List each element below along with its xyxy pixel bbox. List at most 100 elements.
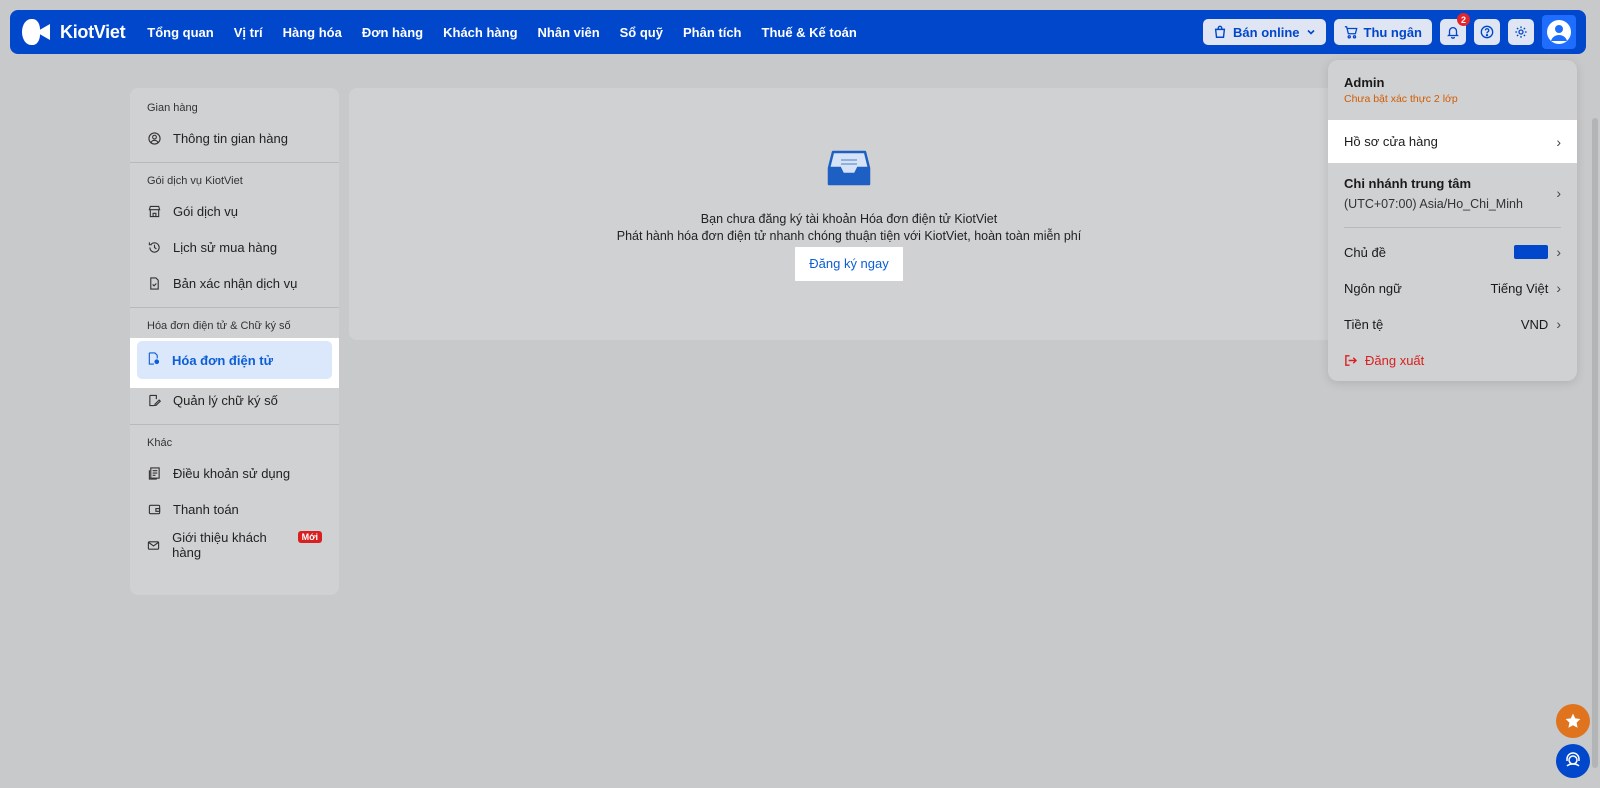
store-icon	[147, 204, 161, 218]
settings-button[interactable]	[1508, 19, 1534, 45]
sidebar-item-payment[interactable]: Thanh toán	[130, 491, 339, 527]
empty-message-title: Bạn chưa đăng ký tài khoản Hóa đơn điện …	[700, 212, 998, 226]
new-badge: Mới	[297, 531, 322, 543]
signature-icon	[147, 393, 161, 407]
branch-name: Chi nhánh trung tâm	[1344, 175, 1472, 191]
nav-vi-tri[interactable]: Vị trí	[234, 25, 263, 40]
twofa-warning[interactable]: Chưa bật xác thực 2 lớp	[1344, 93, 1561, 105]
nav-hang-hoa[interactable]: Hàng hóa	[283, 25, 342, 40]
help-button[interactable]	[1474, 19, 1500, 45]
logout-label: Đăng xuất	[1365, 352, 1425, 368]
support-fab[interactable]	[1556, 744, 1590, 778]
section-title-store: Gian hàng	[147, 102, 198, 114]
section-title-einvoice: Hóa đơn điện tử & Chữ ký số	[147, 320, 291, 332]
support-agent-icon	[1566, 752, 1580, 767]
sell-online-label: Bán online	[1233, 24, 1300, 40]
chevron-right-icon: ›	[1556, 316, 1561, 332]
sidebar-item-label: Thanh toán	[173, 501, 239, 517]
sidebar-item-label: Thông tin gian hàng	[173, 130, 288, 146]
menu-item-theme[interactable]: Chủ đề ›	[1328, 234, 1577, 270]
menu-item-logout[interactable]: Đăng xuất	[1328, 342, 1577, 378]
help-icon	[1480, 25, 1494, 39]
chevron-down-icon	[1306, 29, 1315, 35]
settings-sidebar: Gian hàng Thông tin gian hàng Gói dịch v…	[130, 88, 339, 595]
sidebar-item-terms[interactable]: Điều khoản sử dụng	[130, 455, 339, 491]
nav-so-quy[interactable]: Sổ quỹ	[620, 25, 663, 40]
mail-icon	[147, 538, 160, 552]
nav-thue-ke-toan[interactable]: Thuế & Kế toán	[762, 25, 857, 40]
notification-button[interactable]: 2	[1440, 13, 1470, 45]
page-scrollbar[interactable]	[1588, 58, 1600, 788]
sidebar-item-label: Bản xác nhận dịch vụ	[173, 275, 298, 291]
sidebar-item-store-info[interactable]: Thông tin gian hàng	[130, 120, 339, 156]
sidebar-item-service-confirmation[interactable]: Bản xác nhận dịch vụ	[130, 265, 339, 301]
cart-icon	[1344, 26, 1358, 39]
main-nav: Tổng quan Vị trí Hàng hóa Đơn hàng Khách…	[147, 25, 857, 40]
account-avatar-button[interactable]	[1542, 15, 1576, 49]
theme-color-swatch	[1514, 245, 1549, 259]
sidebar-item-label: Gói dịch vụ	[173, 203, 239, 219]
empty-state: Bạn chưa đăng ký tài khoản Hóa đơn điện …	[349, 148, 1349, 281]
favorite-fab[interactable]	[1556, 704, 1590, 738]
avatar	[1547, 20, 1571, 44]
top-navbar: KiotViet Tổng quan Vị trí Hàng hóa Đơn h…	[10, 10, 1586, 54]
scrollbar-thumb[interactable]	[1592, 118, 1598, 768]
nav-nhan-vien[interactable]: Nhân viên	[538, 25, 600, 40]
menu-item-language[interactable]: Ngôn ngữ Tiếng Việt ›	[1328, 270, 1577, 306]
sell-online-button[interactable]: Bán online	[1203, 19, 1326, 45]
sidebar-item-label: Quản lý chữ ký số	[173, 392, 278, 408]
logo-icon	[22, 19, 52, 45]
menu-item-label: Chủ đề	[1344, 244, 1386, 260]
sidebar-item-purchase-history[interactable]: Lịch sử mua hàng	[130, 229, 339, 265]
sidebar-item-label: Hóa đơn điện tử	[172, 352, 273, 368]
menu-item-label: Ngôn ngữ	[1344, 280, 1402, 296]
star-icon	[1565, 713, 1581, 728]
gear-icon	[1515, 26, 1527, 38]
kiotviet-logo[interactable]: KiotViet	[22, 19, 126, 45]
nav-phan-tich[interactable]: Phân tích	[683, 25, 742, 40]
language-value: Tiếng Việt	[1490, 280, 1549, 296]
cashier-button[interactable]: Thu ngân	[1333, 19, 1432, 45]
notification-count-badge: 2	[1457, 13, 1470, 26]
section-title-other: Khác	[147, 437, 173, 449]
user-circle-icon	[147, 131, 161, 145]
chevron-right-icon: ›	[1556, 185, 1561, 201]
nav-don-hang[interactable]: Đơn hàng	[362, 25, 423, 40]
currency-value: VND	[1520, 316, 1549, 332]
empty-message-subtitle: Phát hành hóa đơn điện tử nhanh chóng th…	[616, 229, 1082, 243]
chevron-right-icon: ›	[1556, 244, 1561, 260]
sidebar-item-einvoice[interactable]: Hóa đơn điện tử	[137, 341, 332, 379]
bell-icon	[1447, 26, 1459, 39]
history-icon	[147, 240, 161, 254]
account-username: Admin	[1344, 75, 1385, 90]
einvoice-panel: Bạn chưa đăng ký tài khoản Hóa đơn điện …	[349, 88, 1349, 340]
menu-item-branch[interactable]: Chi nhánh trung tâm (UTC+07:00) Asia/Ho_…	[1328, 163, 1577, 223]
section-title-service: Gói dịch vụ KiotViet	[147, 175, 243, 187]
sidebar-item-label: Lịch sử mua hàng	[173, 239, 278, 255]
account-dropdown-menu: Admin Chưa bật xác thực 2 lớp Hồ sơ cửa …	[1328, 60, 1577, 381]
document-icon	[147, 276, 161, 290]
chevron-right-icon: ›	[1556, 280, 1561, 296]
shop-bag-icon	[1214, 25, 1226, 38]
menu-item-label: Tiền tệ	[1344, 316, 1384, 332]
invoice-icon	[147, 352, 160, 368]
terms-icon	[147, 466, 161, 480]
user-icon	[1551, 25, 1567, 41]
sidebar-item-referral[interactable]: Giới thiệu khách hàng Mới	[130, 527, 339, 563]
nav-tong-quan[interactable]: Tổng quan	[147, 25, 213, 40]
menu-item-currency[interactable]: Tiền tệ VND ›	[1328, 306, 1577, 342]
inbox-tray-icon	[827, 150, 871, 186]
nav-khach-hang[interactable]: Khách hàng	[443, 25, 517, 40]
cashier-label: Thu ngân	[1363, 24, 1423, 40]
account-header: Admin Chưa bật xác thực 2 lớp	[1328, 60, 1577, 120]
logout-icon	[1345, 354, 1357, 366]
chevron-right-icon: ›	[1556, 133, 1561, 150]
menu-item-label: Hồ sơ cửa hàng	[1344, 134, 1438, 149]
sidebar-item-service-package[interactable]: Gói dịch vụ	[130, 193, 339, 229]
sidebar-item-label: Điều khoản sử dụng	[173, 465, 291, 481]
menu-item-store-profile[interactable]: Hồ sơ cửa hàng ›	[1328, 120, 1577, 163]
sidebar-item-label: Giới thiệu khách hàng	[172, 530, 267, 560]
register-now-link[interactable]: Đăng ký ngay	[809, 256, 889, 271]
brand-name: KiotViet	[60, 21, 126, 42]
register-highlight: Đăng ký ngay	[795, 247, 903, 281]
